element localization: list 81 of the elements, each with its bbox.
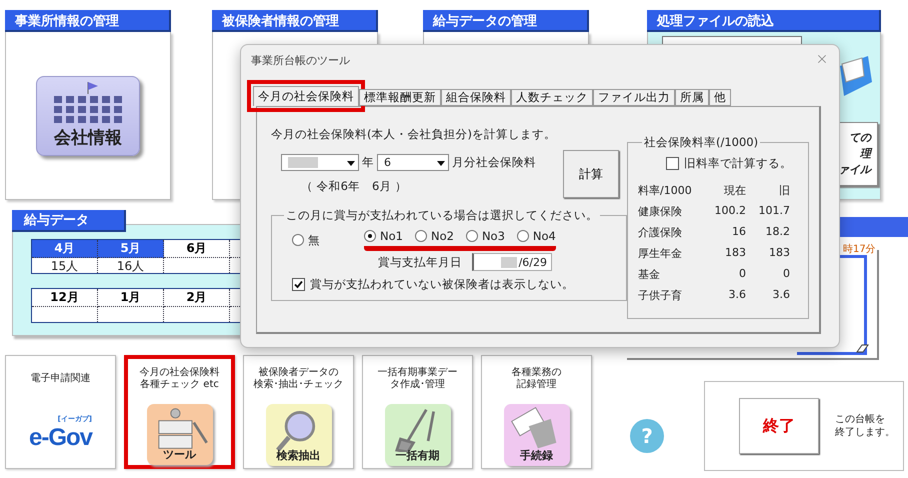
calculate-button[interactable]: 計算 bbox=[563, 150, 619, 198]
radio-option[interactable]: No2 bbox=[414, 229, 454, 243]
table-cell-text: 子供子育 bbox=[638, 288, 683, 303]
month-header[interactable]: 12月 bbox=[32, 289, 98, 307]
tile-caption: 被保険者データの 検索･抽出･チェック bbox=[254, 366, 344, 392]
menu-tile[interactable]: 今月の社会保険料 各種チェック etc ツール bbox=[124, 355, 235, 469]
tab[interactable]: 人数チェック bbox=[511, 89, 593, 106]
checkbox-label: 賞与が支払われていない被保険者は表示しない。 bbox=[310, 277, 574, 292]
month-header[interactable]: 5月 bbox=[98, 240, 164, 258]
table-cell-text: 183 bbox=[724, 246, 746, 261]
eraser-icon[interactable] bbox=[856, 343, 870, 353]
table-cell-text: 183 bbox=[768, 246, 790, 261]
menu-tile[interactable]: 一括有期事業デー タ作成･管理 一括有期 bbox=[362, 355, 473, 469]
table-cell-text: 介護保険 bbox=[638, 225, 683, 240]
table-cell-text: 3.6 bbox=[728, 288, 746, 303]
table-cell-text: 101.7 bbox=[758, 204, 790, 219]
date-field[interactable]: /6/29 bbox=[472, 253, 552, 271]
tile-caption: 今月の社会保険料 各種チェック etc bbox=[140, 366, 220, 392]
radio-icon[interactable] bbox=[466, 230, 478, 242]
tile-caption: 電子申請関連 bbox=[30, 372, 90, 386]
panel-header: 給与データの管理 bbox=[423, 10, 589, 32]
table-cell-text: 健康保険 bbox=[638, 204, 683, 219]
panel-header: 処理ファイルの読込 bbox=[647, 10, 881, 32]
column-header: 料率/1000 bbox=[638, 183, 693, 198]
table-cell-text: 0 bbox=[738, 267, 746, 282]
dialog-title: 事業所台帳のツール bbox=[251, 53, 350, 68]
month-header[interactable]: 6月 bbox=[164, 240, 230, 258]
tab[interactable]: 組合保険料 bbox=[441, 89, 511, 106]
table-cell-text: 3.6 bbox=[772, 288, 790, 303]
year-label: 年 bbox=[362, 155, 374, 170]
table-cell-text: 厚生年金 bbox=[638, 246, 683, 261]
tile-caption: 各種業務の 記録管理 bbox=[512, 366, 562, 392]
radio-icon[interactable] bbox=[292, 234, 304, 246]
radio-option[interactable]: No3 bbox=[466, 229, 505, 243]
date-label: 賞与支払年月日 bbox=[378, 254, 462, 270]
tab[interactable]: 標準報酬更新 bbox=[359, 89, 441, 106]
panel-header: 事業所情報の管理 bbox=[5, 10, 171, 32]
panel-header: 給与データ bbox=[12, 210, 126, 232]
description-text: 今月の社会保険料(本人・会社負担分)を計算します。 bbox=[271, 127, 556, 142]
month-cell: 15人 bbox=[32, 258, 98, 273]
tab[interactable]: ファイル出力 bbox=[593, 89, 675, 106]
menu-tile[interactable]: 被保険者データの 検索･抽出･チェック 検索抽出 bbox=[243, 355, 354, 469]
tool-tile-icon[interactable]: 検索抽出 bbox=[266, 404, 332, 466]
month-label: 月分社会保険料 bbox=[452, 155, 536, 170]
table-cell-text: 基金 bbox=[638, 267, 661, 282]
month-header[interactable]: 2月 bbox=[164, 289, 230, 307]
menu-tile[interactable]: 各種業務の 記録管理 手続録 bbox=[481, 355, 592, 469]
checkbox[interactable] bbox=[292, 278, 305, 291]
era-text: （ 令和6年 6月 ） bbox=[301, 179, 408, 194]
tile-caption: 一括有期事業デー タ作成･管理 bbox=[378, 366, 458, 392]
time-text: 時17分 bbox=[843, 242, 876, 256]
building-icon[interactable]: 会社情報 bbox=[36, 76, 140, 156]
table-cell-text: 100.2 bbox=[714, 204, 746, 219]
checkbox[interactable] bbox=[666, 157, 679, 170]
panel-header: 被保険者情報の管理 bbox=[212, 10, 378, 32]
exit-note: この台帳を 終了します。 bbox=[835, 413, 895, 439]
month-header[interactable]: 1月 bbox=[98, 289, 164, 307]
month-header[interactable]: 4月 bbox=[32, 240, 98, 258]
tab[interactable]: 所属 bbox=[675, 89, 709, 106]
month-dropdown[interactable]: 6 bbox=[377, 154, 449, 171]
radio-icon[interactable] bbox=[516, 230, 529, 242]
checkbox-label: 旧料率で計算する。 bbox=[684, 156, 792, 171]
radio-option[interactable]: No4 bbox=[516, 229, 556, 243]
group-legend: この月に賞与が支払われている場合は選択してください。 bbox=[284, 208, 600, 223]
column-header: 現在 bbox=[723, 183, 746, 198]
radio-option[interactable]: 無 bbox=[292, 232, 320, 248]
tool-tile-icon[interactable]: 手続録 bbox=[504, 404, 570, 466]
radio-icon[interactable] bbox=[364, 230, 376, 242]
tool-tile-icon[interactable]: ツール bbox=[146, 404, 212, 465]
exit-button[interactable]: 終了 bbox=[739, 398, 819, 454]
tool-tile-icon[interactable]: 一括有期 bbox=[384, 404, 450, 466]
radio-icon[interactable] bbox=[414, 230, 427, 242]
column-header: 旧 bbox=[778, 183, 790, 198]
egov-logo[interactable]: e-Gov bbox=[28, 424, 92, 452]
month-cell: 16人 bbox=[98, 258, 164, 273]
table-cell-text: 0 bbox=[782, 267, 790, 282]
table-cell-text: 18.2 bbox=[764, 225, 790, 240]
group-legend: 社会保険料率(/1000) bbox=[642, 135, 760, 150]
table-cell-text: 16 bbox=[731, 225, 746, 240]
radio-option[interactable]: No1 bbox=[364, 229, 403, 243]
tab[interactable]: 他 bbox=[709, 89, 731, 106]
